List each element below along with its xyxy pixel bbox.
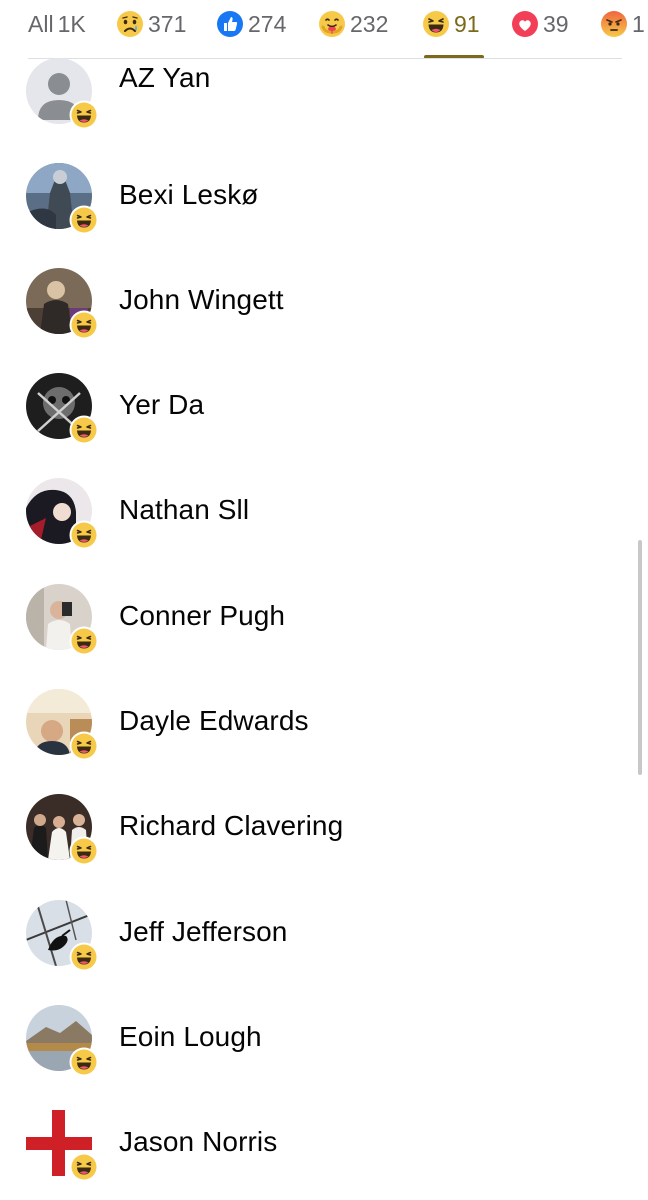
haha-reaction-icon (69, 415, 99, 445)
like-reaction-icon (216, 10, 244, 38)
person-name[interactable]: Bexi Leskø (119, 179, 259, 211)
haha-reaction-icon (69, 205, 99, 235)
person-name[interactable]: Dayle Edwards (119, 705, 309, 737)
person-name[interactable]: Conner Pugh (119, 600, 285, 632)
scrollbar[interactable] (638, 540, 642, 775)
tab-all-label: All (28, 10, 54, 37)
person-name[interactable]: Richard Clavering (119, 810, 343, 842)
list-item[interactable]: Richard Clavering (0, 784, 648, 884)
tab-haha[interactable]: 91 (422, 6, 480, 42)
haha-reaction-icon (69, 836, 99, 866)
tab-care-count: 232 (350, 10, 389, 37)
care-reaction-icon (318, 10, 346, 38)
tab-all[interactable]: All 1K (28, 6, 86, 42)
person-name[interactable]: Jason Norris (119, 1126, 277, 1158)
sad-reaction-icon (116, 10, 144, 38)
list-item[interactable]: Nathan Sll (0, 468, 648, 568)
haha-reaction-icon (422, 10, 450, 38)
haha-reaction-icon (69, 310, 99, 340)
tab-sad-count: 371 (148, 10, 187, 37)
list-item[interactable]: Conner Pugh (0, 574, 648, 674)
list-item[interactable]: Jason Norris (0, 1100, 648, 1200)
person-name[interactable]: Eoin Lough (119, 1021, 262, 1053)
haha-reaction-icon (69, 520, 99, 550)
haha-reaction-icon (69, 942, 99, 972)
love-reaction-icon (511, 10, 539, 38)
tab-angry[interactable]: 1 (600, 6, 645, 42)
list-item[interactable]: Yer Da (0, 363, 648, 463)
haha-reaction-icon (69, 1047, 99, 1077)
list-item[interactable]: Bexi Leskø (0, 153, 648, 253)
list-item[interactable]: John Wingett (0, 258, 648, 358)
haha-reaction-icon (69, 1152, 99, 1182)
person-name[interactable]: John Wingett (119, 284, 284, 316)
person-name[interactable]: AZ Yan (119, 62, 210, 94)
tab-angry-count: 1 (632, 10, 645, 37)
person-name[interactable]: Yer Da (119, 389, 204, 421)
haha-reaction-icon (69, 626, 99, 656)
tab-sad[interactable]: 371 (116, 6, 186, 42)
person-name[interactable]: Nathan Sll (119, 494, 249, 526)
haha-reaction-icon (69, 100, 99, 130)
list-item[interactable]: Dayle Edwards (0, 679, 648, 779)
list-item[interactable]: Jeff Jefferson (0, 890, 648, 990)
tab-all-count: 1K (57, 10, 86, 37)
tab-like[interactable]: 274 (216, 6, 286, 42)
tab-love-count: 39 (543, 10, 569, 37)
tab-like-count: 274 (248, 10, 287, 37)
list-item[interactable]: AZ Yan (0, 48, 648, 148)
person-name[interactable]: Jeff Jefferson (119, 916, 287, 948)
tab-love[interactable]: 39 (511, 6, 569, 42)
haha-reaction-icon (69, 731, 99, 761)
tab-care[interactable]: 232 (318, 6, 388, 42)
angry-reaction-icon (600, 10, 628, 38)
tab-haha-count: 91 (454, 10, 480, 37)
list-item[interactable]: Eoin Lough (0, 995, 648, 1095)
